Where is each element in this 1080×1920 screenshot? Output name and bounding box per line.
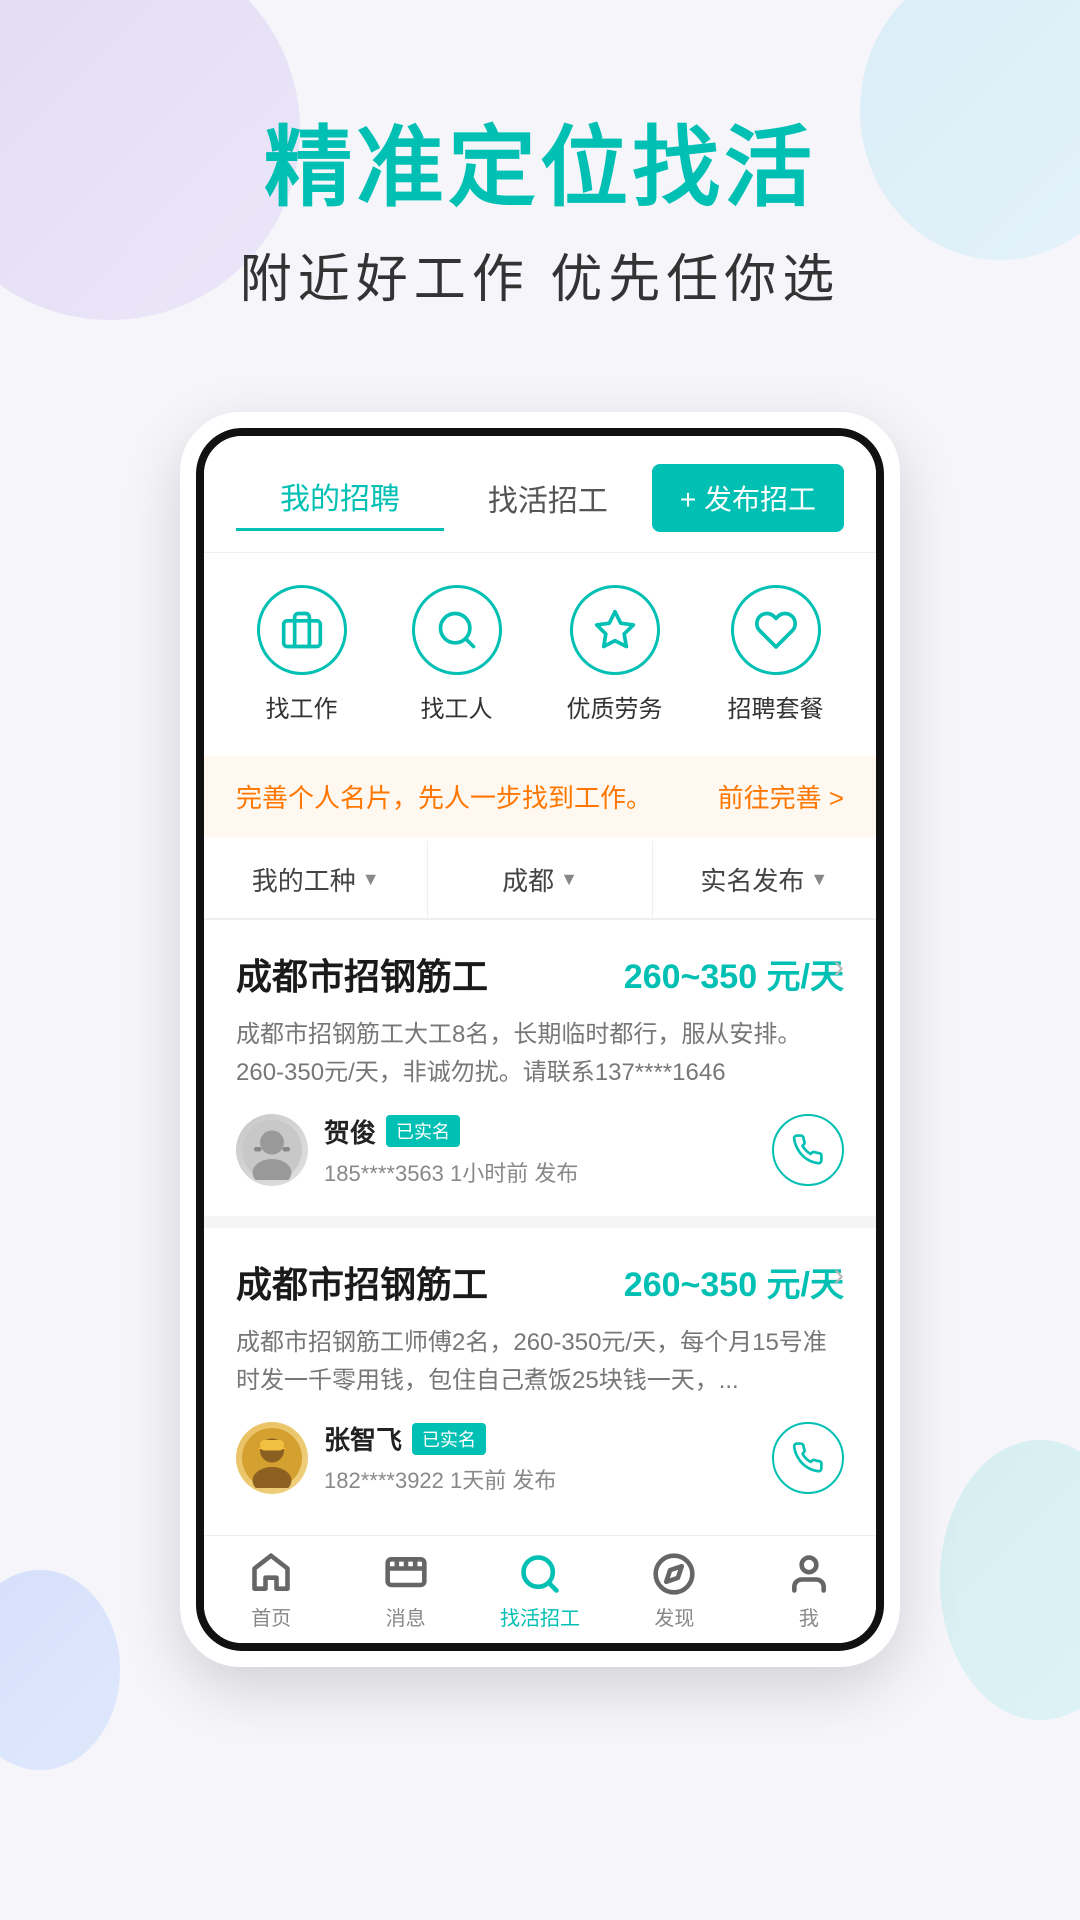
banner-text: 完善个人名片，先人一步找到工作。 — [236, 778, 652, 815]
action-quality-labor[interactable]: 优质劳务 — [567, 585, 663, 724]
bottom-nav-message[interactable]: 消息 — [338, 1552, 472, 1631]
job-card-1-desc: 成都市招钢筋工大工8名，长期临时都行，服从安排。260-350元/天，非诚勿扰。… — [236, 1016, 844, 1093]
filter-city[interactable]: 成都 ▼ — [428, 841, 652, 918]
hero-section: 精准定位找活 附近好工作 优先任你选 — [0, 0, 1080, 372]
filter-verified-arrow: ▼ — [810, 869, 828, 890]
job-card-2-title: 成都市招钢筋工 — [236, 1256, 488, 1308]
job-list: 成都市招钢筋工 260~350 元/天 成都市招钢筋工大工8名，长期临时都行，服… — [204, 920, 876, 1524]
publish-btn[interactable]: + 发布招工 — [652, 464, 844, 532]
job-card-1-poster: 贺俊 已实名 185****3563 1小时前 发布 — [236, 1113, 578, 1188]
avatar-1-svg — [242, 1120, 302, 1180]
job-card-1-phone-time: 185****3563 1小时前 发布 — [324, 1156, 578, 1188]
bottom-nav-me-label: 我 — [799, 1602, 819, 1631]
action-recruit-package[interactable]: 招聘套餐 — [728, 585, 824, 724]
bottom-nav-home[interactable]: 首页 — [204, 1552, 338, 1631]
action-find-worker[interactable]: 找工人 — [412, 585, 502, 724]
search-icon-circle — [412, 585, 502, 675]
app-content: 我的招聘 找活招工 + 发布招工 找工作 — [204, 436, 876, 1644]
job-card-1-chevron: › — [833, 948, 844, 985]
user-icon — [787, 1552, 831, 1596]
quality-icon-circle — [570, 585, 660, 675]
briefcase-icon — [280, 608, 324, 652]
action-recruit-package-label: 招聘套餐 — [728, 689, 824, 724]
job-card-2-name-row: 张智飞 已实名 — [324, 1420, 556, 1457]
job-card-1-header: 成都市招钢筋工 260~350 元/天 — [236, 948, 844, 1000]
job-card-1-poster-details: 贺俊 已实名 185****3563 1小时前 发布 — [324, 1113, 578, 1188]
filter-job-type-label: 我的工种 — [252, 861, 356, 898]
action-find-worker-label: 找工人 — [421, 689, 493, 724]
job-card-2-header: 成都市招钢筋工 260~350 元/天 — [236, 1256, 844, 1308]
action-quality-labor-label: 优质劳务 — [567, 689, 663, 724]
bottom-nav-me[interactable]: 我 — [742, 1552, 876, 1631]
filter-row: 我的工种 ▼ 成都 ▼ 实名发布 ▼ — [204, 841, 876, 920]
nav-tab-my-recruitment[interactable]: 我的招聘 — [236, 464, 444, 531]
job-card-1[interactable]: 成都市招钢筋工 260~350 元/天 成都市招钢筋工大工8名，长期临时都行，服… — [204, 920, 876, 1216]
bottom-nav-message-label: 消息 — [386, 1602, 426, 1631]
action-find-work-label: 找工作 — [266, 689, 338, 724]
message-icon — [384, 1552, 428, 1596]
search-icon — [435, 608, 479, 652]
search-nav-icon — [518, 1552, 562, 1596]
job-card-1-avatar — [236, 1114, 308, 1186]
job-card-2-poster-name: 张智飞 — [324, 1420, 402, 1457]
briefcase-icon-circle — [257, 585, 347, 675]
phone-wrapper: 我的招聘 找活招工 + 发布招工 找工作 — [0, 412, 1080, 1668]
nav-tab-find-work[interactable]: 找活招工 — [444, 466, 652, 530]
filter-verified[interactable]: 实名发布 ▼ — [653, 841, 876, 918]
filter-job-type[interactable]: 我的工种 ▼ — [204, 841, 428, 918]
job-card-2-chevron: › — [833, 1256, 844, 1293]
heart-icon-circle — [731, 585, 821, 675]
job-card-1-name-row: 贺俊 已实名 — [324, 1113, 578, 1150]
filter-city-arrow: ▼ — [560, 869, 578, 890]
phone-icon-2 — [792, 1442, 824, 1474]
phone-outer: 我的招聘 找活招工 + 发布招工 找工作 — [180, 412, 900, 1668]
hero-title: 精准定位找活 — [0, 120, 1080, 217]
bottom-nav-find-work[interactable]: 找活招工 — [473, 1552, 607, 1631]
action-find-work[interactable]: 找工作 — [257, 585, 347, 724]
job-card-1-poster-name: 贺俊 — [324, 1113, 376, 1150]
job-card-2-avatar — [236, 1422, 308, 1494]
heart-icon — [754, 608, 798, 652]
job-card-1-top: 成都市招钢筋工 260~350 元/天 成都市招钢筋工大工8名，长期临时都行，服… — [236, 948, 844, 1093]
bottom-nav-home-label: 首页 — [251, 1602, 291, 1631]
job-card-2-verified-badge: 已实名 — [412, 1423, 486, 1455]
bottom-nav-find-work-label: 找活招工 — [500, 1602, 580, 1631]
filter-job-type-arrow: ▼ — [362, 869, 380, 890]
compass-icon — [652, 1552, 696, 1596]
job-card-2-phone-time: 182****3922 1天前 发布 — [324, 1463, 556, 1495]
job-card-2-poster: 张智飞 已实名 182****3922 1天前 发布 — [236, 1420, 556, 1495]
phone-inner: 我的招聘 找活招工 + 发布招工 找工作 — [196, 428, 884, 1652]
quick-actions: 找工作 找工人 — [204, 553, 876, 756]
bottom-nav: 首页 消息 — [204, 1535, 876, 1643]
filter-verified-label: 实名发布 — [700, 861, 804, 898]
job-card-2-call-btn[interactable] — [772, 1422, 844, 1494]
job-card-2-top: 成都市招钢筋工 260~350 元/天 成都市招钢筋工师傅2名，260-350元… — [236, 1256, 844, 1401]
hero-subtitle: 附近好工作 优先任你选 — [0, 237, 1080, 312]
filter-city-label: 成都 — [502, 861, 554, 898]
job-card-2-desc: 成都市招钢筋工师傅2名，260-350元/天，每个月15号准时发一千零用钱，包住… — [236, 1324, 844, 1401]
job-card-1-salary: 260~350 元/天 — [624, 949, 844, 998]
bottom-nav-discover[interactable]: 发现 — [607, 1552, 741, 1631]
profile-banner[interactable]: 完善个人名片，先人一步找到工作。 前往完善 > — [204, 756, 876, 837]
banner-link[interactable]: 前往完善 > — [718, 778, 844, 815]
phone-icon-1 — [792, 1134, 824, 1166]
job-card-1-title: 成都市招钢筋工 — [236, 948, 488, 1000]
job-card-2-poster-details: 张智飞 已实名 182****3922 1天前 发布 — [324, 1420, 556, 1495]
job-card-1-footer: 贺俊 已实名 185****3563 1小时前 发布 — [236, 1113, 844, 1188]
avatar-2-svg — [242, 1428, 302, 1488]
top-nav: 我的招聘 找活招工 + 发布招工 — [204, 436, 876, 553]
job-card-1-verified-badge: 已实名 — [386, 1115, 460, 1147]
job-card-2[interactable]: 成都市招钢筋工 260~350 元/天 成都市招钢筋工师傅2名，260-350元… — [204, 1228, 876, 1524]
quality-star-icon — [593, 608, 637, 652]
job-card-2-footer: 张智飞 已实名 182****3922 1天前 发布 — [236, 1420, 844, 1495]
bottom-nav-discover-label: 发现 — [654, 1602, 694, 1631]
job-card-2-salary: 260~350 元/天 — [624, 1257, 844, 1306]
job-card-1-call-btn[interactable] — [772, 1114, 844, 1186]
home-icon — [249, 1552, 293, 1596]
